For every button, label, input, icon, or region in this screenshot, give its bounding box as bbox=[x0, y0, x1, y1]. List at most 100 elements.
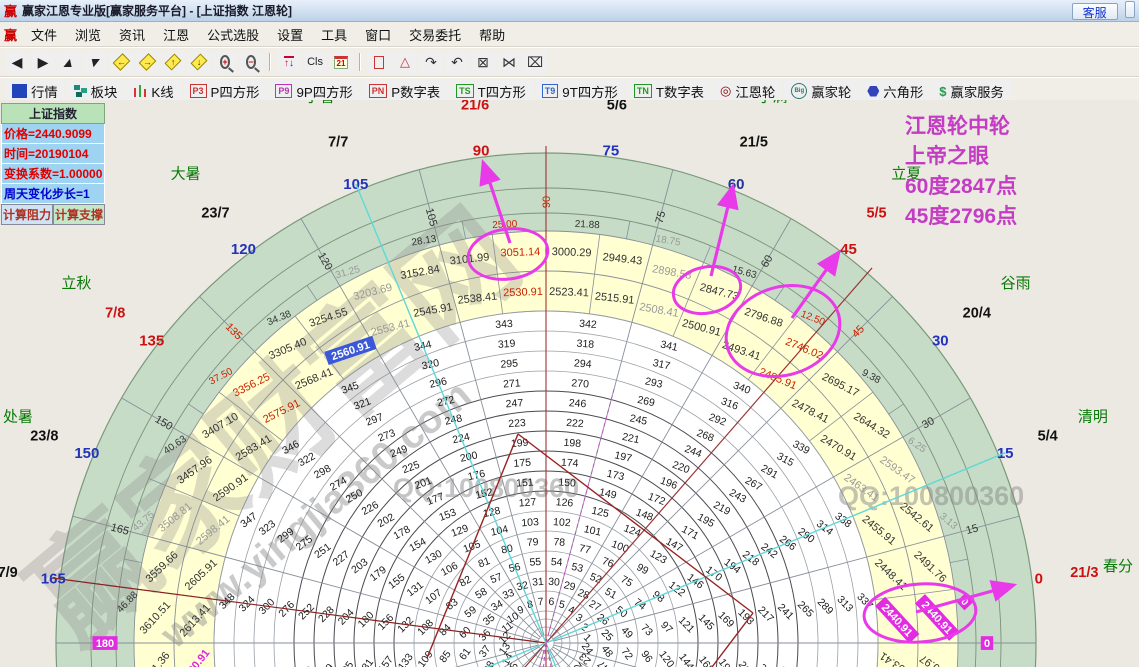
svg-text:294: 294 bbox=[574, 357, 592, 370]
cls-button[interactable]: Cls bbox=[303, 51, 327, 73]
menu-item-7[interactable]: 工具 bbox=[312, 26, 356, 45]
svg-text:135: 135 bbox=[139, 333, 164, 350]
time-updown-button[interactable]: ↑↓ bbox=[277, 51, 301, 73]
menu-item-1[interactable]: 文件 bbox=[22, 26, 66, 45]
svg-text:102: 102 bbox=[553, 516, 571, 529]
svg-text:90: 90 bbox=[541, 196, 553, 208]
solar-term-label: 春分 bbox=[1103, 558, 1133, 575]
pan-down-button[interactable]: ↓ bbox=[187, 51, 211, 73]
view-9t-square-icon: T9 bbox=[541, 84, 559, 98]
nav-right-button[interactable]: ▶ bbox=[31, 51, 55, 73]
menu-item-8[interactable]: 窗口 bbox=[356, 26, 400, 45]
svg-text:45: 45 bbox=[840, 241, 857, 258]
zoom-out-button[interactable]: − bbox=[239, 51, 263, 73]
sep-1 bbox=[269, 53, 271, 71]
zoom-out-icon: − bbox=[246, 55, 256, 69]
svg-text:342: 342 bbox=[579, 318, 597, 331]
view-winner-wheel-label: 赢家轮 bbox=[811, 84, 852, 100]
annotation-line-3: 60度2847点 bbox=[905, 175, 1018, 198]
svg-text:3000.29: 3000.29 bbox=[552, 246, 592, 259]
pan-right-icon: → bbox=[138, 53, 156, 71]
nav-left-button[interactable]: ◀ bbox=[5, 51, 29, 73]
menu-item-5[interactable]: 公式选股 bbox=[198, 26, 268, 45]
pan-up-icon: ↑ bbox=[164, 53, 182, 71]
svg-text:246: 246 bbox=[568, 397, 586, 410]
view-9t-square-label: 9T四方形 bbox=[562, 84, 618, 100]
svg-text:319: 319 bbox=[497, 338, 515, 351]
clipped-titlebar-button[interactable] bbox=[1125, 1, 1135, 18]
svg-text:7/8: 7/8 bbox=[105, 306, 125, 322]
chart-area: 赢家财富网 www.yingjia360.com QQ:100800360 QQ:10… bbox=[0, 100, 1139, 667]
svg-text:151: 151 bbox=[516, 476, 534, 489]
svg-text:120: 120 bbox=[231, 241, 256, 258]
svg-text:2523.41: 2523.41 bbox=[549, 286, 589, 299]
blocks-icon bbox=[73, 85, 87, 97]
svg-text:23/7: 23/7 bbox=[201, 205, 229, 221]
center-collapse-button[interactable]: ⋈ bbox=[497, 51, 521, 73]
window-title: 赢家江恩专业版[赢家服务平台] - [上证指数 江恩轮] bbox=[22, 4, 292, 18]
svg-text:126: 126 bbox=[555, 496, 573, 509]
svg-text:0: 0 bbox=[984, 638, 990, 650]
calc-button-1[interactable]: 计算阻力 bbox=[1, 204, 53, 225]
calendar-icon: 21 bbox=[333, 55, 349, 69]
rotate-cw-button[interactable]: ↷ bbox=[419, 51, 443, 73]
customer-service-button[interactable]: 客服 bbox=[1071, 3, 1118, 20]
svg-text:103: 103 bbox=[521, 516, 539, 529]
svg-text:223: 223 bbox=[508, 417, 526, 430]
shape-triangle-button[interactable]: △ bbox=[393, 51, 417, 73]
menu-item-3[interactable]: 资讯 bbox=[110, 26, 154, 45]
view-9p-square-label: 9P四方形 bbox=[296, 84, 353, 100]
svg-text:55: 55 bbox=[529, 556, 542, 569]
pan-left-button[interactable]: ← bbox=[109, 51, 133, 73]
menu-bar: 赢 文件 浏览 资讯 江恩 公式选股 设置 工具 窗口 交易委托 帮助 bbox=[0, 22, 1139, 47]
pan-right-button[interactable]: → bbox=[135, 51, 159, 73]
menu-item-4[interactable]: 江恩 bbox=[154, 26, 198, 45]
big-icon: Big bbox=[791, 83, 808, 99]
menu-item-10[interactable]: 帮助 bbox=[470, 26, 514, 45]
view-t-square-label: T四方形 bbox=[477, 84, 526, 100]
target-icon: ◎ bbox=[719, 83, 732, 98]
pan-up-button[interactable]: ↑ bbox=[161, 51, 185, 73]
nav-up-icon: ▲ bbox=[59, 54, 79, 70]
solar-term-label: 清明 bbox=[1078, 409, 1108, 426]
view-hexagon-label: 六角形 bbox=[883, 84, 924, 100]
svg-text:23/8: 23/8 bbox=[30, 428, 58, 444]
svg-text:75: 75 bbox=[603, 143, 620, 160]
eraser-button[interactable]: ⌧ bbox=[523, 51, 547, 73]
menu-item-6[interactable]: 设置 bbox=[268, 26, 312, 45]
svg-text:7/9: 7/9 bbox=[0, 565, 18, 581]
svg-text:247: 247 bbox=[505, 397, 523, 410]
nav-down-button[interactable]: ▼ bbox=[83, 51, 107, 73]
svg-text:78: 78 bbox=[553, 536, 566, 549]
pan-down-icon: ↓ bbox=[190, 53, 208, 71]
solar-term-label: 小暑 bbox=[304, 100, 334, 105]
box-x-button[interactable]: ⊠ bbox=[471, 51, 495, 73]
view-sectors-label: 板块 bbox=[90, 84, 118, 100]
zoom-in-button[interactable]: + bbox=[213, 51, 237, 73]
view-kline-label: K线 bbox=[151, 84, 174, 100]
toolbar-main: ◀ ▶ ▲ ▼ ← → ↑ ↓ + − ↑↓ Cls 21 △ ↷ ↶ ⊠ ⋈ ⌧ bbox=[0, 47, 1139, 77]
svg-text:21.88: 21.88 bbox=[574, 219, 600, 231]
svg-text:222: 222 bbox=[566, 417, 584, 430]
svg-text:270: 270 bbox=[571, 377, 589, 390]
solar-term-label: 谷雨 bbox=[1001, 275, 1031, 292]
view-p-square-label: P四方形 bbox=[210, 84, 260, 100]
view-9p-square-icon: P9 bbox=[275, 84, 293, 98]
menu-item-9[interactable]: 交易委托 bbox=[400, 26, 470, 45]
svg-text:0: 0 bbox=[1035, 570, 1043, 587]
hex-icon bbox=[867, 85, 880, 97]
menu-item-2[interactable]: 浏览 bbox=[66, 26, 110, 45]
svg-text:271: 271 bbox=[503, 377, 521, 390]
shape-square-button[interactable] bbox=[367, 51, 391, 73]
calc-button-2[interactable]: 计算支撑 bbox=[53, 204, 105, 225]
nav-up-button[interactable]: ▲ bbox=[57, 51, 81, 73]
rotate-ccw-button[interactable]: ↶ bbox=[445, 51, 469, 73]
svg-text:2530.91: 2530.91 bbox=[503, 286, 543, 299]
svg-text:198: 198 bbox=[563, 437, 581, 450]
svg-text:150: 150 bbox=[74, 445, 99, 462]
svg-text:21/5: 21/5 bbox=[740, 134, 768, 150]
view-p-table-icon: PN bbox=[368, 84, 388, 98]
calendar-button[interactable]: 21 bbox=[329, 51, 353, 73]
svg-text:30: 30 bbox=[932, 333, 949, 350]
title-bar: 赢 赢家江恩专业版[赢家服务平台] - [上证指数 江恩轮] 客服 bbox=[0, 0, 1139, 22]
